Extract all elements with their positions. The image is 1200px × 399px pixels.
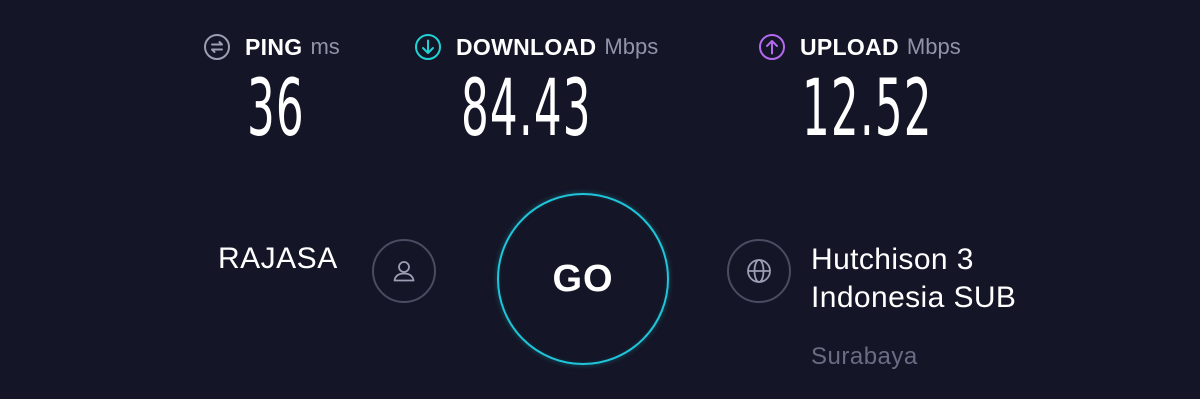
ping-header: PING ms	[203, 30, 340, 64]
upload-label: UPLOAD	[800, 33, 899, 60]
globe-icon	[745, 257, 773, 285]
upload-metric: UPLOAD Mbps 12.52	[758, 30, 961, 148]
ping-label: PING	[245, 33, 303, 60]
ping-unit: ms	[310, 34, 340, 59]
download-header: DOWNLOAD Mbps	[414, 30, 658, 64]
download-metric: DOWNLOAD Mbps 84.43	[414, 30, 658, 148]
ping-value: 36	[247, 64, 305, 154]
download-arrow-icon	[414, 33, 442, 61]
upload-arrow-icon	[758, 33, 786, 61]
ping-icon	[203, 33, 231, 61]
download-value: 84.43	[461, 64, 592, 154]
download-unit: Mbps	[604, 34, 659, 59]
user-profile-button[interactable]	[372, 239, 436, 303]
upload-header: UPLOAD Mbps	[758, 30, 961, 64]
upload-unit: Mbps	[906, 34, 961, 59]
go-label: GO	[552, 257, 614, 300]
server-name[interactable]: Hutchison 3 Indonesia SUB	[811, 241, 1111, 317]
change-server-button[interactable]	[727, 239, 791, 303]
download-label: DOWNLOAD	[456, 33, 597, 60]
server-name-line1: Hutchison 3	[811, 243, 974, 276]
upload-value: 12.52	[802, 64, 933, 154]
go-button[interactable]: GO	[497, 193, 669, 365]
user-name: RAJASA	[218, 242, 338, 275]
ping-metric: PING ms 36	[203, 30, 340, 148]
user-icon	[390, 257, 418, 285]
server-location: Surabaya	[811, 343, 918, 370]
server-name-line2: Indonesia SUB	[811, 281, 1017, 314]
